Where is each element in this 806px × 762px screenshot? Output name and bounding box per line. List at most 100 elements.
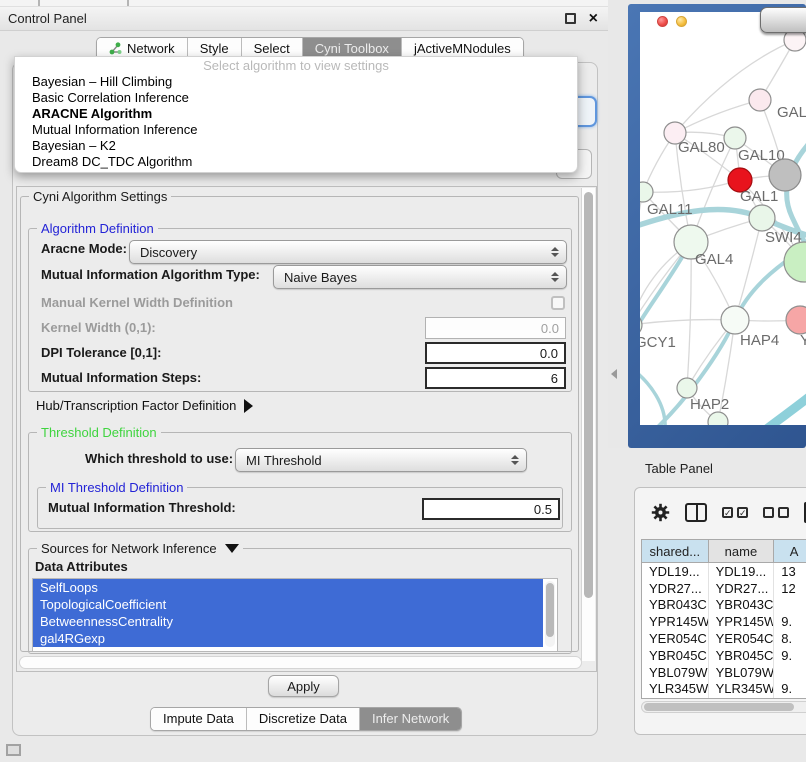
- network-graph: GALGAL80GAL10GAL1SWI4GAL11GAL4GCY1HAP4YH…: [640, 12, 806, 425]
- mi-type-combo[interactable]: Naive Bayes: [273, 265, 567, 289]
- hub-definition-expander[interactable]: Hub/Transcription Factor Definition: [36, 398, 253, 413]
- tab-infer-network[interactable]: Infer Network: [359, 708, 461, 730]
- algorithm-option-aracne-algorithm[interactable]: ARACNE Algorithm: [15, 106, 577, 122]
- table-cell: YDR27...: [709, 580, 775, 597]
- table-row[interactable]: YBL079WYBL079W: [642, 664, 806, 681]
- table-row[interactable]: YLR345WYLR345W9.: [642, 681, 806, 698]
- network-edge[interactable]: [640, 192, 643, 325]
- tab-discretize-data[interactable]: Discretize Data: [246, 708, 359, 730]
- network-edge-highlighted[interactable]: [640, 364, 665, 425]
- network-edge[interactable]: [643, 180, 740, 192]
- settings-horizontal-scrollbar[interactable]: [19, 656, 582, 669]
- scrollbar-thumb[interactable]: [644, 703, 794, 711]
- dpi-tolerance-field[interactable]: 0.0: [425, 342, 566, 364]
- table-row[interactable]: YDL19...YDL19...13: [642, 563, 806, 580]
- splitter-collapse-arrow[interactable]: [611, 369, 617, 379]
- algorithm-option-basic-correlation-inference[interactable]: Basic Correlation Inference: [15, 90, 577, 106]
- attributes-scrollbar[interactable]: [545, 581, 555, 647]
- table-cell: YBR043C: [642, 597, 709, 614]
- column-header-shared[interactable]: shared...: [642, 540, 709, 562]
- node-label: GCY1: [640, 334, 676, 351]
- table-cell: YBL079W: [642, 664, 709, 681]
- collapse-arrow-icon: [225, 544, 239, 553]
- table-cell: 8.: [774, 630, 806, 647]
- attribute-item-topologicalcoefficient[interactable]: TopologicalCoefficient: [33, 596, 543, 613]
- manual-kernel-checkbox[interactable]: [551, 296, 565, 310]
- table-row[interactable]: YDR27...YDR27...12: [642, 580, 806, 597]
- mi-threshold-field[interactable]: 0.5: [422, 498, 560, 520]
- table-horizontal-scrollbar[interactable]: [641, 701, 806, 713]
- network-node-gal10[interactable]: [724, 127, 746, 149]
- attribute-item-betweennesscentrality[interactable]: BetweennessCentrality: [33, 613, 543, 630]
- attribute-item-selfloops[interactable]: SelfLoops: [33, 579, 543, 596]
- column-header-name[interactable]: name: [709, 540, 775, 562]
- algorithm-option-dream8-dc-tdc-algorithm[interactable]: Dream8 DC_TDC Algorithm: [15, 154, 577, 170]
- algorithm-select-popup: Select algorithm to view settings Bayesi…: [14, 56, 578, 173]
- deselect-all-icon[interactable]: [763, 507, 789, 518]
- sources-title[interactable]: Sources for Network Inference: [37, 541, 243, 556]
- close-icon[interactable]: ×: [589, 10, 598, 28]
- kernel-width-field[interactable]: 0.0: [425, 317, 566, 339]
- table-cell: YDL19...: [642, 563, 709, 580]
- network-edge-highlighted[interactable]: [755, 380, 806, 425]
- cyni-algorithm-settings-title: Cyni Algorithm Settings: [29, 189, 171, 204]
- combo-arrows-icon: [511, 455, 519, 465]
- application-window: Control Panel × NetworkStyleSelectCyni T…: [0, 0, 806, 762]
- mi-steps-field[interactable]: 6: [425, 367, 566, 389]
- mi-type-value: Naive Bayes: [284, 270, 357, 285]
- scrollbar-thumb[interactable]: [546, 583, 554, 637]
- network-node[interactable]: [708, 412, 728, 425]
- apply-button[interactable]: Apply: [268, 675, 339, 697]
- network-edge[interactable]: [675, 100, 760, 133]
- column-header-a[interactable]: A: [774, 540, 806, 562]
- network-node-swi4[interactable]: [749, 205, 775, 231]
- network-edge-highlighted[interactable]: [640, 242, 691, 348]
- minimize-traffic-light-icon[interactable]: [676, 16, 687, 27]
- close-traffic-light-icon[interactable]: [657, 16, 668, 27]
- table-row[interactable]: YBR043CYBR043C: [642, 597, 806, 614]
- table-row[interactable]: YIL052CYIL052C9.: [642, 697, 806, 699]
- tab-impute-data[interactable]: Impute Data: [151, 708, 246, 730]
- table-cell: YBR045C: [642, 647, 709, 664]
- select-all-icon[interactable]: ✓✓: [722, 507, 748, 518]
- settings-vertical-scrollbar[interactable]: [581, 188, 595, 661]
- toolbar-fragment: [38, 0, 40, 6]
- zoom-traffic-light-icon[interactable]: [695, 16, 706, 27]
- network-node[interactable]: [784, 242, 806, 282]
- attribute-item-gal4rgexp[interactable]: gal4RGexp: [33, 630, 543, 647]
- algorithm-option-bayesian-hill-climbing[interactable]: Bayesian – Hill Climbing: [15, 74, 577, 90]
- network-node-hap4[interactable]: [721, 306, 749, 334]
- network-edge[interactable]: [735, 218, 762, 320]
- network-node-gal1[interactable]: [769, 159, 801, 191]
- network-tool-button[interactable]: [760, 7, 806, 33]
- split-columns-icon[interactable]: [685, 503, 707, 522]
- scrollbar-thumb[interactable]: [584, 192, 593, 598]
- network-node-y[interactable]: [786, 306, 806, 334]
- network-node-hap2[interactable]: [677, 378, 697, 398]
- settings-gear-icon[interactable]: [651, 503, 670, 522]
- table-row[interactable]: YER054CYER054C8.: [642, 630, 806, 647]
- node-table[interactable]: shared...nameA YDL19...YDL19...13YDR27..…: [641, 539, 806, 699]
- network-node-gal[interactable]: [749, 89, 771, 111]
- algorithm-option-bayesian-k2[interactable]: Bayesian – K2: [15, 138, 577, 154]
- network-view-window[interactable]: GALGAL80GAL10GAL1SWI4GAL11GAL4GCY1HAP4YH…: [628, 4, 806, 448]
- table-cell: 9.: [774, 681, 806, 698]
- table-cell: YIL052C: [642, 697, 709, 699]
- network-node-gal11[interactable]: [640, 182, 653, 202]
- node-label: GAL4: [695, 251, 733, 268]
- table-row[interactable]: YBR045CYBR045C9.: [642, 647, 806, 664]
- collapsed-panel-icon[interactable]: [6, 744, 21, 756]
- aracne-mode-combo[interactable]: Discovery: [129, 240, 567, 264]
- algorithm-option-mutual-information-inference[interactable]: Mutual Information Inference: [15, 122, 577, 138]
- table-row[interactable]: YPR145WYPR145W9.: [642, 613, 806, 630]
- algorithm-definition-group: Algorithm Definition Aracne Mode: Discov…: [28, 228, 572, 392]
- table-cell: YER054C: [642, 630, 709, 647]
- manual-kernel-label: Manual Kernel Width Definition: [41, 295, 233, 310]
- network-edge[interactable]: [687, 242, 691, 388]
- network-canvas[interactable]: GALGAL80GAL10GAL1SWI4GAL11GAL4GCY1HAP4YH…: [640, 12, 806, 425]
- float-window-icon[interactable]: [565, 13, 576, 24]
- table-cell: YPR145W: [709, 613, 775, 630]
- threshold-definition-title: Threshold Definition: [37, 425, 161, 440]
- node-label: GAL80: [678, 139, 725, 156]
- which-threshold-combo[interactable]: MI Threshold: [235, 448, 527, 472]
